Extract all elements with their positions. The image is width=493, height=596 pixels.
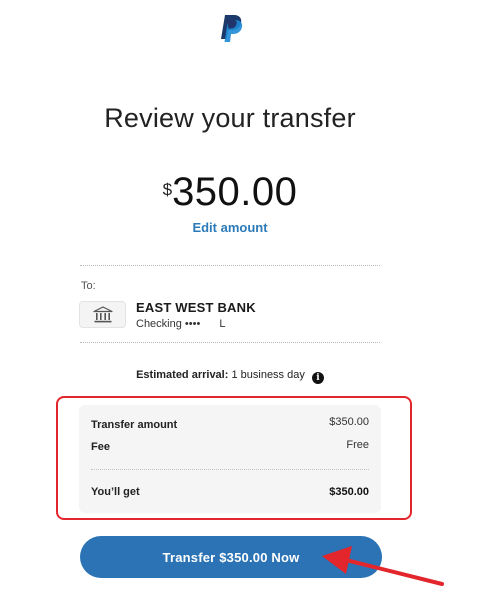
paypal-logo — [221, 15, 243, 42]
bank-icon — [79, 301, 126, 328]
annotation-highlight-box — [56, 396, 412, 520]
amount-value: 350.00 — [172, 170, 298, 214]
estimated-arrival: Estimated arrival: 1 business day i — [0, 369, 460, 384]
annotation-arrow — [322, 546, 444, 586]
bank-account: Checking •••• L — [136, 318, 226, 330]
arrival-label: Estimated arrival: — [136, 369, 229, 381]
account-mask: •••• — [184, 318, 201, 330]
arrival-value: 1 business day — [231, 369, 305, 381]
page-title: Review your transfer — [104, 103, 356, 133]
edit-amount-link[interactable]: Edit amount — [0, 220, 460, 235]
account-suffix: L — [219, 318, 226, 330]
currency-symbol: $ — [162, 180, 173, 199]
transfer-amount-display: $350.00 — [0, 170, 460, 215]
to-label: To: — [81, 280, 96, 292]
divider — [80, 265, 380, 266]
bank-name: EAST WEST BANK — [136, 300, 256, 315]
account-type: Checking — [136, 318, 182, 330]
divider — [80, 342, 380, 343]
info-icon[interactable]: i — [311, 372, 324, 384]
